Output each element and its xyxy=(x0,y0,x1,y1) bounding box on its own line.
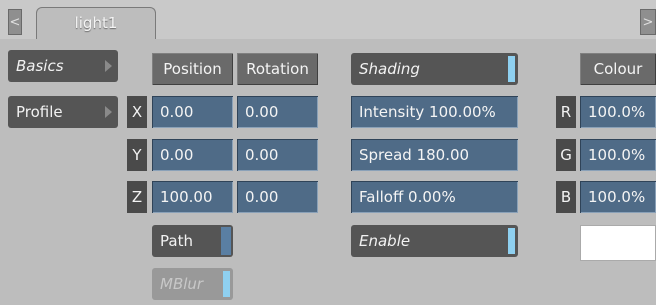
position-y-field[interactable]: 0.00 xyxy=(152,139,233,171)
spread-field[interactable]: Spread 180.00 xyxy=(351,139,518,171)
profile-menu-button[interactable]: Profile xyxy=(8,96,118,128)
tab-scroll-right-button[interactable]: > xyxy=(640,9,656,35)
basics-menu-button[interactable]: Basics xyxy=(8,50,118,82)
path-button[interactable]: Path xyxy=(152,225,233,257)
chevron-left-icon: < xyxy=(9,14,21,30)
position-header: Position xyxy=(152,53,233,85)
toggle-indicator xyxy=(508,56,515,82)
position-x-field[interactable]: 0.00 xyxy=(152,96,233,128)
tab-scroll-left-button[interactable]: < xyxy=(8,9,22,35)
axis-x-label: X xyxy=(127,96,147,128)
path-label: Path xyxy=(160,232,193,250)
rotation-z-field[interactable]: 0.00 xyxy=(237,181,318,213)
toggle-indicator xyxy=(508,228,515,254)
colour-b-field[interactable]: 100.0% xyxy=(580,181,656,213)
basics-label: Basics xyxy=(16,57,64,75)
rotation-header: Rotation xyxy=(237,53,318,85)
rotation-x-field[interactable]: 0.00 xyxy=(237,96,318,128)
mblur-label: MBlur xyxy=(160,275,204,293)
colour-r-field[interactable]: 100.0% xyxy=(580,96,656,128)
chevron-right-icon xyxy=(105,106,112,118)
colour-g-field[interactable]: 100.0% xyxy=(580,139,656,171)
enable-label: Enable xyxy=(359,232,411,250)
channel-g-label: G xyxy=(556,139,576,171)
shading-toggle-button[interactable]: Shading xyxy=(351,53,518,85)
colour-swatch[interactable] xyxy=(580,225,656,261)
axis-y-label: Y xyxy=(127,139,147,171)
toggle-indicator xyxy=(221,227,231,255)
chevron-right-icon xyxy=(105,60,112,72)
rotation-y-field[interactable]: 0.00 xyxy=(237,139,318,171)
intensity-field[interactable]: Intensity 100.00% xyxy=(351,96,518,128)
channel-r-label: R xyxy=(556,96,576,128)
toggle-indicator xyxy=(223,271,230,297)
channel-b-label: B xyxy=(556,181,576,213)
position-z-field[interactable]: 100.00 xyxy=(152,181,233,213)
mblur-button[interactable]: MBlur xyxy=(152,268,233,300)
shading-label: Shading xyxy=(359,60,420,78)
chevron-right-icon: > xyxy=(642,14,654,30)
falloff-field[interactable]: Falloff 0.00% xyxy=(351,181,518,213)
profile-label: Profile xyxy=(16,103,63,121)
tab-label: light1 xyxy=(74,14,118,32)
enable-toggle-button[interactable]: Enable xyxy=(351,225,518,257)
axis-z-label: Z xyxy=(127,181,147,213)
colour-header: Colour xyxy=(580,53,656,85)
tab-light1[interactable]: light1 xyxy=(36,7,156,39)
